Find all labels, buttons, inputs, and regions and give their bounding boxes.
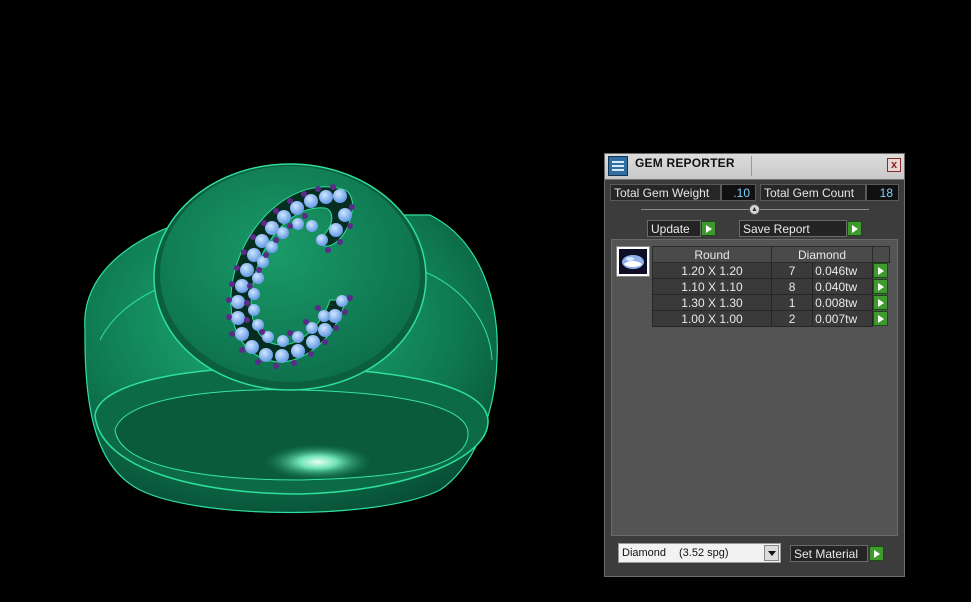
material-dropdown[interactable]: Diamond (3.52 spg) bbox=[618, 543, 781, 563]
gem-size-cell: 1.30 X 1.30 bbox=[652, 294, 772, 311]
gem-count-cell: 8 bbox=[770, 278, 814, 295]
column-header-material: Diamond bbox=[771, 246, 873, 263]
panel-titlebar[interactable]: GEM REPORTER x bbox=[605, 154, 904, 180]
3d-viewport[interactable] bbox=[0, 0, 600, 602]
save-report-go-icon[interactable] bbox=[847, 221, 862, 236]
gem-size-cell: 1.00 X 1.00 bbox=[652, 310, 772, 327]
total-gem-weight-label: Total Gem Weight bbox=[610, 184, 721, 201]
diamond-gem-icon[interactable] bbox=[616, 246, 650, 277]
update-button[interactable]: Update bbox=[647, 220, 701, 237]
save-report-button[interactable]: Save Report bbox=[739, 220, 847, 237]
title-separator bbox=[751, 156, 752, 176]
set-material-button[interactable]: Set Material bbox=[790, 545, 868, 562]
gem-count-cell: 7 bbox=[770, 262, 814, 279]
total-gem-count-value: 18 bbox=[866, 184, 899, 201]
gem-count-cell: 1 bbox=[770, 294, 814, 311]
update-go-icon[interactable] bbox=[701, 221, 716, 236]
row-go-icon[interactable] bbox=[873, 279, 888, 294]
ring-model bbox=[84, 163, 498, 514]
table-row[interactable]: 1.20 X 1.20 7 0.046tw bbox=[652, 262, 890, 279]
collapse-toggle-icon[interactable]: ▲ bbox=[749, 204, 760, 215]
table-row[interactable]: 1.00 X 1.00 2 0.007tw bbox=[652, 310, 890, 327]
table-row[interactable]: 1.10 X 1.10 8 0.040tw bbox=[652, 278, 890, 295]
panel-title: GEM REPORTER bbox=[635, 156, 735, 170]
gem-list-area: Round Diamond 1.20 X 1.20 7 0.046tw 1.10… bbox=[611, 239, 898, 536]
gem-size-cell: 1.10 X 1.10 bbox=[652, 278, 772, 295]
close-icon[interactable]: x bbox=[887, 158, 901, 172]
gem-reporter-panel: GEM REPORTER x Total Gem Weight .10 Tota… bbox=[604, 153, 905, 577]
row-go-icon[interactable] bbox=[873, 295, 888, 310]
row-go-icon[interactable] bbox=[873, 311, 888, 326]
table-row[interactable]: 1.30 X 1.30 1 0.008tw bbox=[652, 294, 890, 311]
gem-weight-cell: 0.008tw bbox=[812, 294, 873, 311]
total-gem-count-label: Total Gem Count bbox=[760, 184, 866, 201]
material-spg: (3.52 spg) bbox=[679, 547, 729, 559]
gem-weight-cell: 0.046tw bbox=[812, 262, 873, 279]
total-gem-weight-value: .10 bbox=[721, 184, 756, 201]
set-material-go-icon[interactable] bbox=[869, 546, 884, 561]
material-name: Diamond bbox=[622, 547, 667, 559]
gem-table: Round Diamond 1.20 X 1.20 7 0.046tw 1.10… bbox=[652, 246, 890, 327]
chevron-down-icon[interactable] bbox=[764, 545, 779, 561]
gem-count-cell: 2 bbox=[770, 310, 814, 327]
gem-size-cell: 1.20 X 1.20 bbox=[652, 262, 772, 279]
column-header-shape: Round bbox=[652, 246, 772, 263]
row-go-icon[interactable] bbox=[873, 263, 888, 279]
gem-weight-cell: 0.007tw bbox=[812, 310, 873, 327]
gem-reporter-app-icon bbox=[608, 156, 628, 176]
gem-weight-cell: 0.040tw bbox=[812, 278, 873, 295]
